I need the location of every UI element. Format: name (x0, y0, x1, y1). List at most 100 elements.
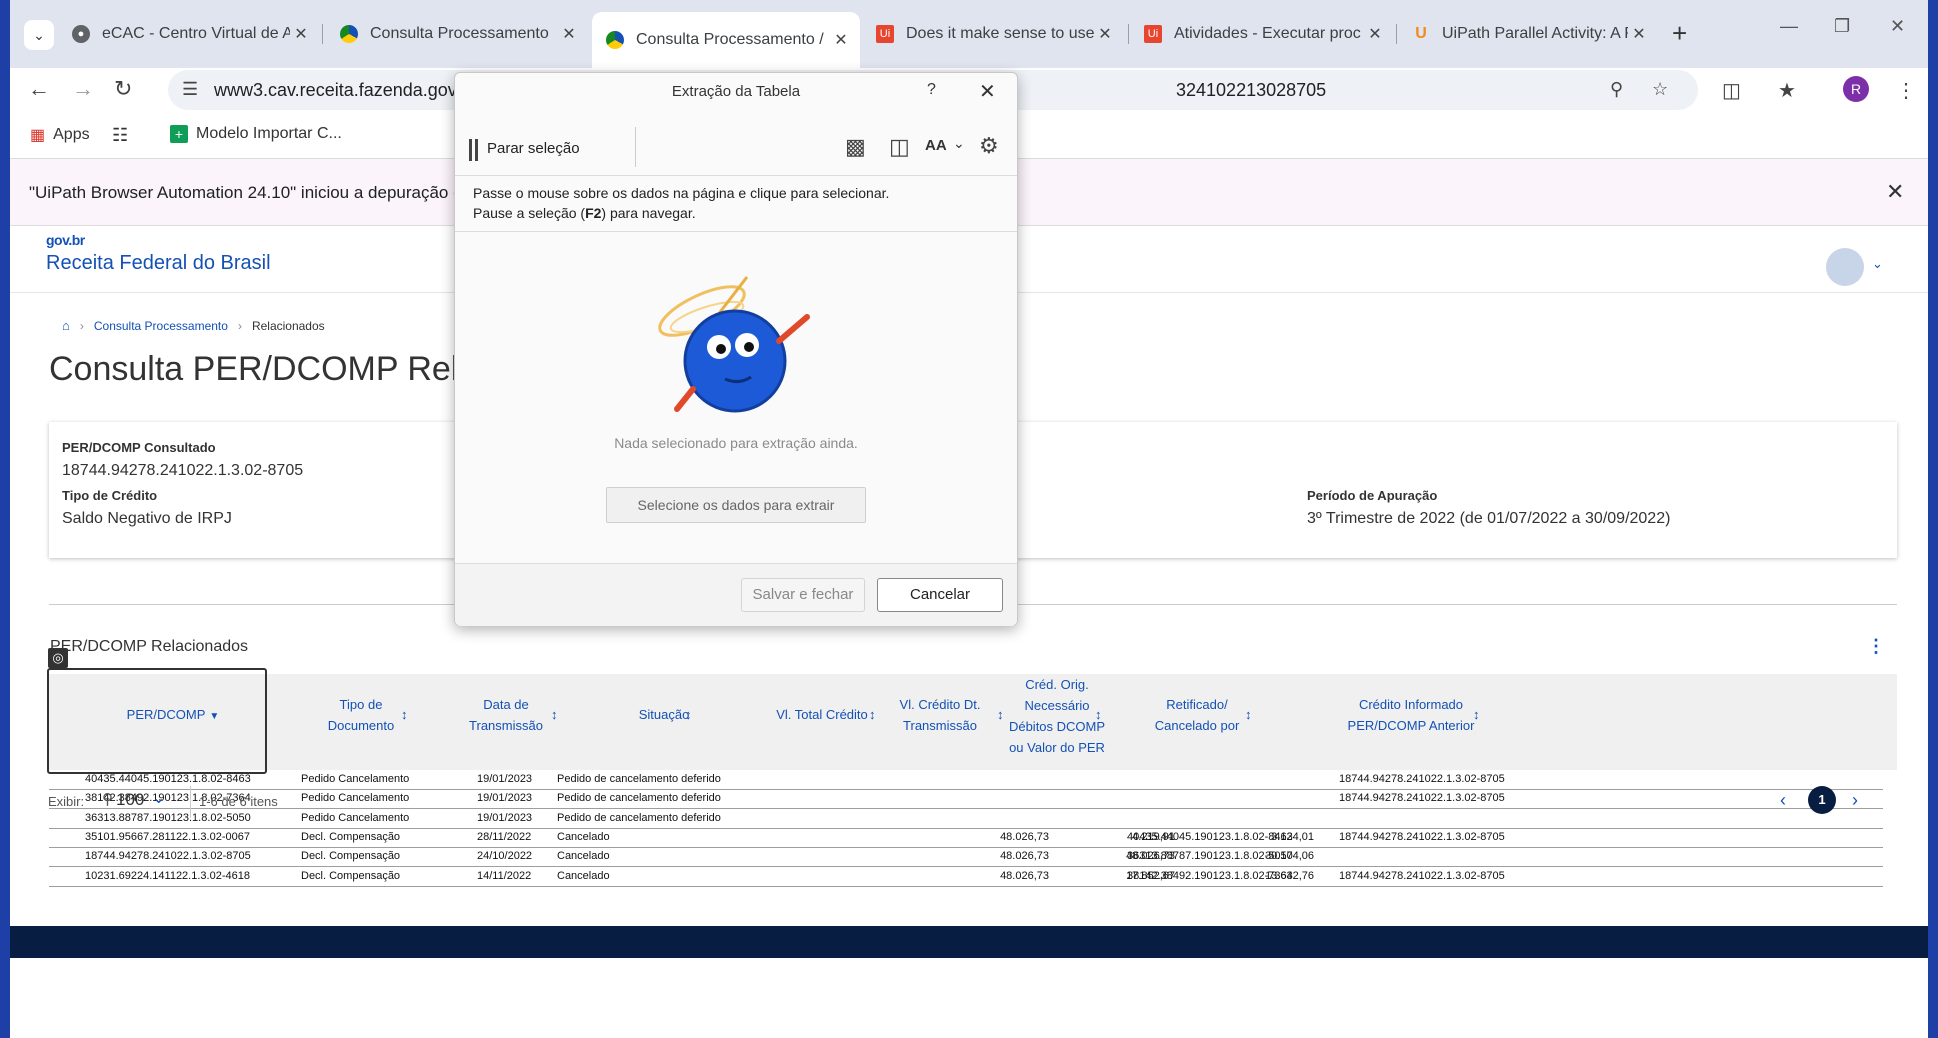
tab-uipath-forum[interactable]: Ui Does it make sense to use ✕ (862, 16, 1124, 52)
home-icon[interactable]: ⌂ (62, 318, 70, 333)
cell-retificado: 38142.38492.190123.1.8.02-7364 (1127, 869, 1293, 882)
tab-separator (1396, 24, 1397, 44)
profile-avatar[interactable]: R (1843, 76, 1869, 102)
cell-situacao: Cancelado (557, 869, 610, 882)
tab-search-button[interactable]: ⌄ (24, 20, 54, 50)
header-tipo[interactable]: Tipo de Documento (319, 694, 403, 736)
bookmark-star-icon[interactable]: ☆ (1652, 79, 1668, 100)
table-row[interactable]: 10231.69224.141122.1.3.02-4618 Decl. Comp… (49, 867, 1883, 887)
tab-uipath-parallel[interactable]: U UiPath Parallel Activity: A P ✕ (1398, 16, 1658, 52)
close-icon[interactable]: ✕ (1094, 24, 1116, 44)
apps-grid-icon: ▦ (30, 127, 46, 144)
back-button[interactable]: ← (28, 76, 50, 102)
table-row[interactable]: 35101.95667.281122.1.3.02-0067 Decl. Comp… (49, 828, 1883, 848)
dialog-close-button[interactable]: ✕ (979, 79, 996, 104)
grid-icon: ☷ (112, 125, 129, 145)
sort-icon[interactable]: ↕ (401, 704, 408, 725)
select-data-button[interactable]: Selecione os dados para extrair (606, 487, 866, 523)
close-icon[interactable]: ✕ (1628, 24, 1650, 44)
cell-data: 28/11/2022 (477, 830, 532, 843)
prev-page-button[interactable]: ‹ (1780, 790, 1786, 811)
page-size-label: Exibir: (48, 794, 85, 809)
bookmark-tab-groups[interactable]: ☷ (112, 125, 128, 146)
font-size-button[interactable]: AA (925, 137, 947, 154)
cell-perdcomp: 10231.69224.141122.1.3.02-4618 (85, 869, 250, 882)
sort-icon[interactable]: ↕ (869, 704, 876, 725)
sort-icon[interactable]: ↕ (685, 704, 692, 725)
table-row[interactable]: 18744.94278.241022.1.3.02-8705 Decl. Comp… (49, 847, 1883, 868)
zoom-icon[interactable]: ⚲ (1610, 79, 1623, 100)
layout-icon[interactable]: ◫ (889, 134, 910, 160)
tipo-credito-value: Saldo Negativo de IRPJ (62, 510, 232, 527)
dialog-instructions: Passe o mouse sobre os dados na página e… (473, 183, 889, 223)
page-1-button[interactable]: 1 (1808, 786, 1836, 814)
cancel-button[interactable]: Cancelar (877, 578, 1003, 612)
table-pagination: Exibir: ⚲ 100 ⌄ 1-6 de 6 itens ‹ 1 › (10, 780, 1928, 820)
close-icon[interactable]: ✕ (290, 24, 312, 44)
govbr-logo[interactable]: gov.br (46, 232, 85, 248)
chevron-down-icon[interactable]: ⌄ (152, 788, 165, 808)
cell-data: 14/11/2022 (477, 869, 532, 882)
uipath-icon: Ui (876, 25, 894, 43)
cpu-icon[interactable]: ▩ (845, 134, 866, 160)
page-title: Consulta PER/DCOMP Rel (49, 350, 459, 388)
bookmark-label: Apps (53, 126, 90, 143)
menu-icon[interactable]: ⋮ (1896, 78, 1916, 103)
tab-uipath-atividades[interactable]: Ui Atividades - Executar proc ✕ (1130, 16, 1394, 52)
gear-icon[interactable]: ⚙ (979, 133, 999, 159)
globe-icon: ● (72, 25, 90, 43)
sort-icon[interactable]: ↕ (1473, 704, 1480, 725)
site-info-icon[interactable]: ☰ (182, 79, 198, 100)
more-options-icon[interactable]: ⋮ (1867, 636, 1885, 657)
section-title: PER/DCOMP Relacionados (50, 638, 249, 655)
bookmarks-star-icon[interactable]: ★ (1778, 78, 1796, 103)
sort-icon[interactable]: ↕ (551, 704, 558, 725)
tab-consulta-active[interactable]: Consulta Processamento / ✕ (592, 12, 860, 68)
chevron-down-icon: ⌄ (33, 26, 45, 43)
minimize-button[interactable]: — (1780, 16, 1798, 37)
bookmark-apps[interactable]: ▦ Apps (30, 125, 90, 145)
header-credito-informado[interactable]: Crédito Informado PER/DCOMP Anterior (1339, 694, 1483, 736)
cell-situacao: Cancelado (557, 830, 610, 843)
page-size-select[interactable]: 100 (116, 790, 144, 810)
tab-strip: ⌄ ● eCAC - Centro Virtual de A ✕ Consult… (10, 0, 1928, 68)
save-and-close-button[interactable]: Salvar e fechar (741, 578, 865, 612)
tab-separator (1128, 24, 1129, 44)
new-tab-button[interactable]: + (1672, 18, 1687, 49)
pause-icon[interactable] (469, 139, 479, 161)
reload-button[interactable]: ↻ (114, 76, 132, 102)
url-text-tail: 324102213028705 (1176, 80, 1327, 100)
tab-consulta-1[interactable]: Consulta Processamento ✕ (326, 16, 588, 52)
chevron-down-icon[interactable]: ⌄ (953, 135, 965, 152)
extensions-icon[interactable]: ◫ (1722, 78, 1741, 103)
forward-button[interactable]: → (72, 76, 94, 102)
header-retificado[interactable]: Retificado/ Cancelado por (1137, 694, 1257, 736)
restore-button[interactable]: ❐ (1834, 16, 1850, 37)
cell-tipo: Decl. Compensação (301, 850, 401, 863)
breadcrumb-consulta[interactable]: Consulta Processamento (94, 319, 228, 333)
site-brand[interactable]: Receita Federal do Brasil (46, 252, 271, 275)
header-vl-total[interactable]: Vl. Total Crédito (767, 704, 877, 725)
instruction-key: F2 (585, 205, 602, 221)
pager-separator (190, 786, 191, 818)
close-icon[interactable]: ✕ (558, 24, 580, 44)
dialog-divider (455, 231, 1017, 232)
help-button[interactable]: ? (927, 81, 936, 99)
search-icon: ⚲ (102, 791, 113, 808)
table-header: PER/DCOMP ▼ Tipo de Documento ↕ Data de T… (49, 674, 1897, 770)
close-icon[interactable]: ✕ (1364, 24, 1386, 44)
close-icon[interactable]: ✕ (830, 30, 852, 50)
tab-ecac[interactable]: ● eCAC - Centro Virtual de A ✕ (58, 16, 320, 52)
sort-icon[interactable]: ↕ (1245, 704, 1252, 725)
window-close-button[interactable]: ✕ (1890, 16, 1905, 37)
chevron-down-icon[interactable]: ⌄ (1872, 256, 1883, 272)
stop-selection-button[interactable]: Parar seleção (487, 140, 580, 157)
next-page-button[interactable]: › (1852, 790, 1858, 811)
bookmark-modelo[interactable]: + Modelo Importar C... (170, 125, 342, 143)
sort-icon[interactable]: ↕ (1095, 704, 1102, 725)
header-data[interactable]: Data de Transmissão (461, 694, 551, 736)
close-icon[interactable]: ✕ (1886, 179, 1904, 205)
user-avatar[interactable] (1826, 248, 1864, 286)
toolbar-separator (635, 127, 636, 167)
header-vl-credito[interactable]: Vl. Crédito Dt. Transmissão (891, 694, 989, 736)
